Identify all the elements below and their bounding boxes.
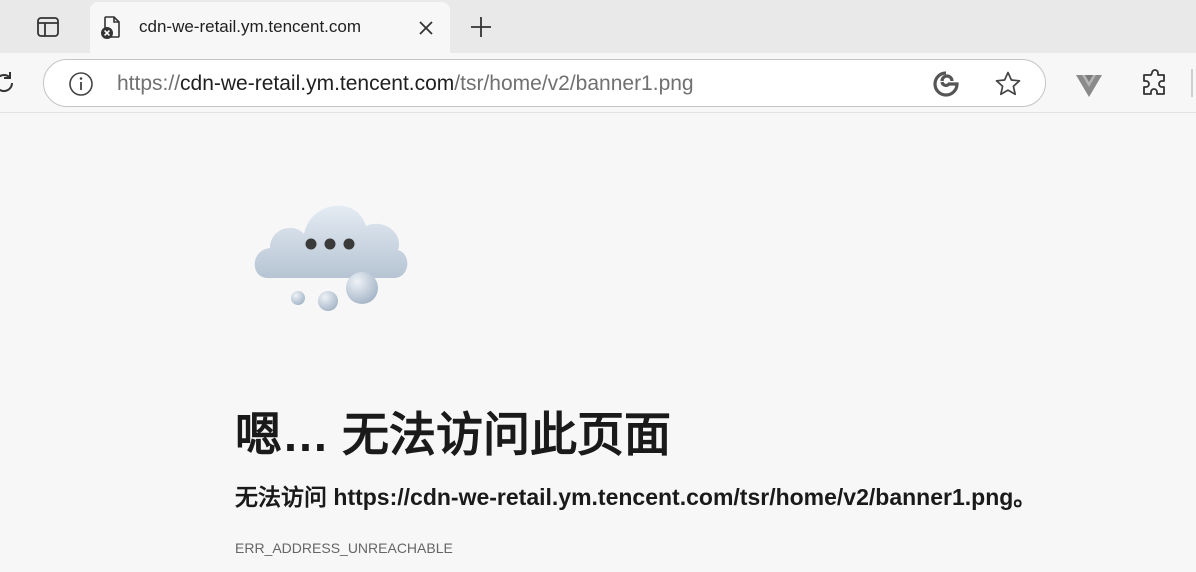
reload-icon[interactable] xyxy=(0,69,18,97)
error-message: 无法访问 https://cdn-we-retail.ym.tencent.co… xyxy=(235,484,1037,510)
favorite-star-icon[interactable] xyxy=(994,70,1022,98)
info-icon[interactable] xyxy=(68,71,94,97)
vertical-tabs-icon xyxy=(37,17,59,37)
edge-refresh-icon[interactable] xyxy=(933,71,959,97)
url-text[interactable]: https://cdn-we-retail.ym.tencent.com/tsr… xyxy=(117,72,694,96)
active-tab[interactable]: cdn-we-retail.ym.tencent.com xyxy=(90,2,450,53)
extensions-icon[interactable] xyxy=(1140,69,1170,99)
error-heading: 嗯… 无法访问此页面 xyxy=(235,408,672,461)
cloud-icon xyxy=(254,205,408,311)
tab-close-button[interactable] xyxy=(414,16,438,40)
error-code: ERR_ADDRESS_UNREACHABLE xyxy=(235,540,453,556)
close-icon xyxy=(419,21,433,35)
tab-strip: cdn-we-retail.ym.tencent.com xyxy=(0,0,1196,53)
new-tab-button[interactable] xyxy=(464,10,498,44)
toolbar: https://cdn-we-retail.ym.tencent.com/tsr… xyxy=(0,53,1196,113)
toolbar-divider xyxy=(1191,69,1193,97)
address-bar[interactable]: https://cdn-we-retail.ym.tencent.com/tsr… xyxy=(43,59,1046,107)
url-host: cdn-we-retail.ym.tencent.com xyxy=(180,72,455,95)
page-error-icon xyxy=(101,16,120,39)
tab-actions-button[interactable] xyxy=(22,10,74,44)
plus-icon xyxy=(471,17,491,37)
url-scheme: https:// xyxy=(117,72,181,95)
vue-devtools-icon[interactable] xyxy=(1074,70,1104,100)
url-path: /tsr/home/v2/banner1.png xyxy=(454,72,694,95)
tab-title: cdn-we-retail.ym.tencent.com xyxy=(139,17,362,36)
